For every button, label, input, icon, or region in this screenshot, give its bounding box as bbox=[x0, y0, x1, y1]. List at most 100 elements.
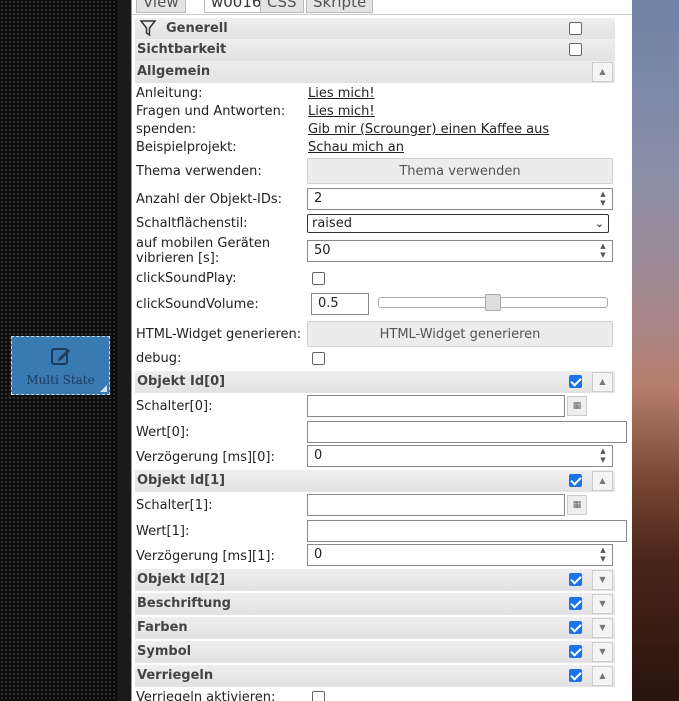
group-sichtbarkeit[interactable]: Sichtbarkeit bbox=[135, 39, 615, 61]
faq-label: Fragen und Antworten: bbox=[136, 104, 286, 119]
spenden-link[interactable]: Gib mir (Scrounger) einen Kaffee aus bbox=[308, 122, 549, 137]
spinner-icon[interactable]: ▲ ▼ bbox=[596, 190, 610, 208]
stil-value: raised bbox=[312, 216, 352, 231]
debug-checkbox[interactable] bbox=[312, 352, 325, 365]
stil-select[interactable]: raised ⌄ bbox=[307, 214, 609, 233]
schalter0-input[interactable] bbox=[307, 395, 565, 417]
collapse-icon[interactable]: ▲ bbox=[592, 62, 613, 82]
group-title: Objekt Id[0] bbox=[137, 374, 226, 389]
clicksoundplay-label: clickSoundPlay: bbox=[136, 271, 237, 286]
tab-view[interactable]: View bbox=[136, 0, 186, 13]
beschriftung-checkbox[interactable] bbox=[569, 597, 582, 610]
clicksoundvolume-slider[interactable] bbox=[378, 294, 608, 311]
editor-canvas[interactable]: Multi State bbox=[0, 0, 131, 701]
group-objekt-id-2[interactable]: Objekt Id[2] ▼ bbox=[135, 569, 615, 591]
stil-label: Schaltflächenstil: bbox=[136, 216, 248, 231]
group-allgemein[interactable]: Allgemein ▲ bbox=[135, 61, 615, 83]
wert0-label: Wert[0]: bbox=[136, 425, 190, 440]
expand-icon[interactable]: ▼ bbox=[592, 642, 613, 662]
faq-link[interactable]: Lies mich! bbox=[308, 104, 375, 119]
objekt0-checkbox[interactable] bbox=[569, 375, 582, 388]
group-objekt-id-1[interactable]: Objekt Id[1] ▲ bbox=[135, 470, 615, 492]
verzoegerung1-input[interactable]: 0 ▲ ▼ bbox=[307, 544, 613, 566]
objekt1-checkbox[interactable] bbox=[569, 474, 582, 487]
slider-handle[interactable] bbox=[485, 294, 501, 311]
edit-icon bbox=[50, 347, 70, 365]
vibrieren-input[interactable]: 50 ▲ ▼ bbox=[307, 240, 613, 262]
debug-label: debug: bbox=[136, 351, 182, 366]
vibrieren-label-line1: auf mobilen Geräten bbox=[136, 236, 271, 251]
group-symbol[interactable]: Symbol ▼ bbox=[135, 641, 615, 663]
object-picker-icon[interactable]: ▦ bbox=[567, 396, 587, 416]
schalter0-label: Schalter[0]: bbox=[136, 399, 213, 414]
clicksoundvolume-value: 0.5 bbox=[318, 296, 339, 311]
group-title: Generell bbox=[166, 21, 228, 36]
group-title: Objekt Id[1] bbox=[137, 473, 226, 488]
wert1-label: Wert[1]: bbox=[136, 524, 190, 539]
schalter1-label: Schalter[1]: bbox=[136, 498, 213, 513]
anleitung-link[interactable]: Lies mich! bbox=[308, 86, 375, 101]
group-title: Verriegeln bbox=[137, 668, 214, 683]
anleitung-label: Anleitung: bbox=[136, 86, 203, 101]
generell-checkbox[interactable] bbox=[569, 22, 582, 35]
sichtbarkeit-checkbox[interactable] bbox=[569, 43, 582, 56]
vibrieren-value: 50 bbox=[314, 243, 331, 258]
wert1-input[interactable] bbox=[307, 520, 627, 542]
beispiel-link[interactable]: Schau mich an bbox=[308, 140, 404, 155]
thema-verwenden-button[interactable]: Thema verwenden bbox=[307, 158, 613, 184]
group-generell[interactable]: Generell bbox=[135, 18, 615, 40]
multi-state-widget[interactable]: Multi State bbox=[11, 336, 110, 395]
collapse-icon[interactable]: ▲ bbox=[592, 666, 613, 686]
widget-label: Multi State bbox=[26, 372, 95, 387]
tab-skripte[interactable]: Skripte bbox=[306, 0, 374, 13]
object-picker-icon[interactable]: ▦ bbox=[567, 495, 587, 515]
symbol-checkbox[interactable] bbox=[569, 645, 582, 658]
expand-icon[interactable]: ▼ bbox=[592, 618, 613, 638]
wert0-input[interactable] bbox=[307, 421, 627, 443]
group-beschriftung[interactable]: Beschriftung ▼ bbox=[135, 593, 615, 615]
verzoegerung1-value: 0 bbox=[314, 547, 323, 562]
group-objekt-id-0[interactable]: Objekt Id[0] ▲ bbox=[135, 371, 615, 393]
anzahl-label: Anzahl der Objekt-IDs: bbox=[136, 192, 283, 207]
vibrieren-label-line2: vibrieren [s]: bbox=[136, 251, 220, 266]
group-title: Symbol bbox=[137, 644, 192, 659]
html-widget-label: HTML-Widget generieren: bbox=[136, 327, 302, 342]
schalter1-input[interactable] bbox=[307, 494, 565, 516]
chevron-down-icon: ⌄ bbox=[594, 217, 604, 230]
spinner-icon[interactable]: ▲ ▼ bbox=[596, 546, 610, 564]
verriegeln-aktivieren-checkbox[interactable] bbox=[312, 691, 325, 701]
clicksoundplay-checkbox[interactable] bbox=[312, 272, 325, 285]
group-verriegeln[interactable]: Verriegeln ▲ bbox=[135, 665, 615, 687]
background-image bbox=[632, 0, 679, 701]
group-title: Sichtbarkeit bbox=[137, 42, 227, 57]
verriegeln-aktivieren-label: Verriegeln aktivieren: bbox=[136, 690, 276, 701]
expand-icon[interactable]: ▼ bbox=[592, 570, 613, 590]
resize-handle[interactable] bbox=[100, 385, 107, 392]
verzoegerung1-label: Verzögerung [ms][1]: bbox=[136, 549, 275, 564]
group-title: Objekt Id[2] bbox=[137, 572, 226, 587]
anzahl-input[interactable]: 2 ▲ ▼ bbox=[307, 188, 613, 210]
spinner-icon[interactable]: ▲ ▼ bbox=[596, 447, 610, 465]
verriegeln-checkbox[interactable] bbox=[569, 669, 582, 682]
clicksoundvolume-label: clickSoundVolume: bbox=[136, 297, 259, 312]
expand-icon[interactable]: ▼ bbox=[592, 594, 613, 614]
verzoegerung0-label: Verzögerung [ms][0]: bbox=[136, 450, 275, 465]
clicksoundvolume-input[interactable]: 0.5 bbox=[311, 293, 369, 315]
canvas-scrollbar[interactable] bbox=[117, 0, 131, 701]
html-widget-button[interactable]: HTML-Widget generieren bbox=[307, 321, 613, 347]
thema-label: Thema verwenden: bbox=[136, 164, 262, 179]
collapse-icon[interactable]: ▲ bbox=[592, 372, 613, 392]
properties-panel: View w00165 CSS Skripte Generell Sichtba… bbox=[131, 0, 632, 701]
anzahl-value: 2 bbox=[314, 191, 323, 206]
collapse-icon[interactable]: ▲ bbox=[592, 471, 613, 491]
farben-checkbox[interactable] bbox=[569, 621, 582, 634]
verzoegerung0-input[interactable]: 0 ▲ ▼ bbox=[307, 445, 613, 467]
objekt2-checkbox[interactable] bbox=[569, 573, 582, 586]
spinner-icon[interactable]: ▲ ▼ bbox=[596, 242, 610, 260]
tab-css[interactable]: CSS bbox=[260, 0, 304, 13]
group-farben[interactable]: Farben ▼ bbox=[135, 617, 615, 639]
filter-icon[interactable] bbox=[140, 20, 156, 37]
beispiel-label: Beispielprojekt: bbox=[136, 140, 237, 155]
tab-bar: View w00165 CSS Skripte bbox=[132, 0, 632, 15]
spenden-label: spenden: bbox=[136, 122, 197, 137]
